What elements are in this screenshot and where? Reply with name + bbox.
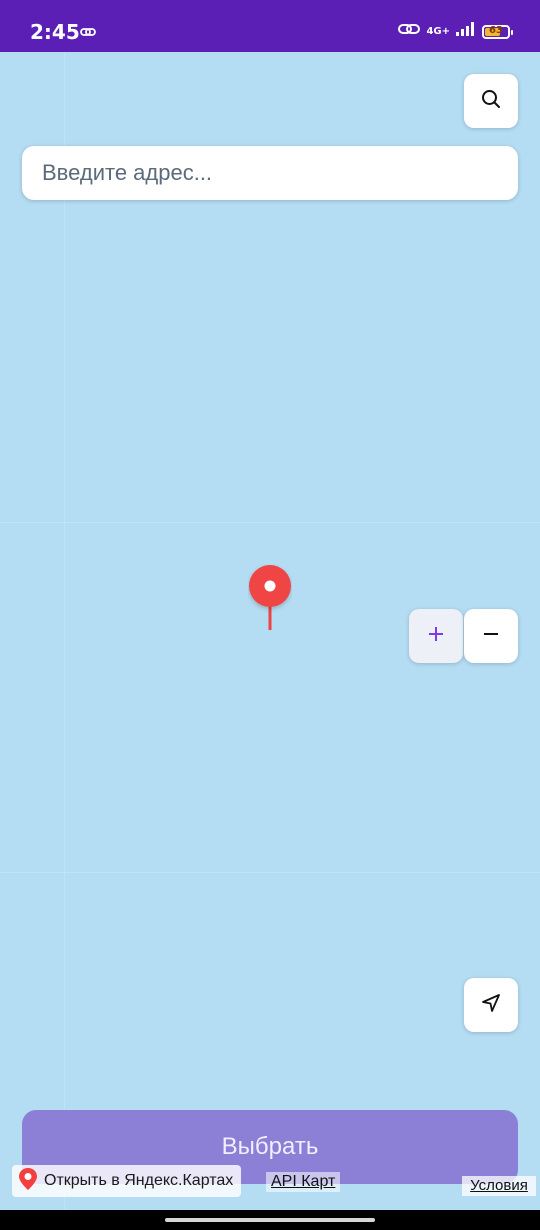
locate-me-button[interactable] (464, 978, 518, 1032)
battery-nub (511, 29, 513, 35)
search-icon (480, 88, 502, 115)
zoom-in-button[interactable] (409, 609, 463, 663)
status-icons: 4G+ 63 (398, 22, 513, 41)
battery-level: 63 (489, 24, 503, 36)
map-grid-line (0, 522, 540, 523)
search-button[interactable] (464, 74, 518, 128)
signal-icon (456, 22, 476, 41)
status-bar: 2:45 4G+ 63 (0, 0, 540, 52)
system-nav-bar (0, 1210, 540, 1230)
map-pin-marker (248, 564, 292, 632)
map-grid-line (0, 872, 540, 873)
zoom-out-button[interactable] (464, 609, 518, 663)
minus-icon (482, 625, 500, 648)
address-search-box (22, 146, 518, 200)
address-input[interactable] (40, 159, 500, 187)
terms-link[interactable]: Условия (462, 1176, 536, 1196)
status-time: 2:45 (30, 20, 80, 44)
network-type-label: 4G+ (426, 25, 450, 37)
plus-icon (427, 625, 445, 648)
map-grid-line (64, 52, 65, 1210)
navigation-arrow-icon (480, 992, 502, 1019)
open-in-yandex-maps-label: Открыть в Яндекс.Картах (44, 1172, 234, 1189)
hotspot-link-icon (398, 22, 421, 41)
link-icon (80, 25, 96, 43)
home-gesture-handle[interactable] (165, 1218, 375, 1222)
api-maps-link[interactable]: API Карт (266, 1172, 341, 1192)
yandex-maps-pin-icon (18, 1167, 38, 1196)
battery-icon: 63 (482, 24, 513, 39)
open-in-yandex-maps-link[interactable]: Открыть в Яндекс.Картах (12, 1165, 242, 1197)
